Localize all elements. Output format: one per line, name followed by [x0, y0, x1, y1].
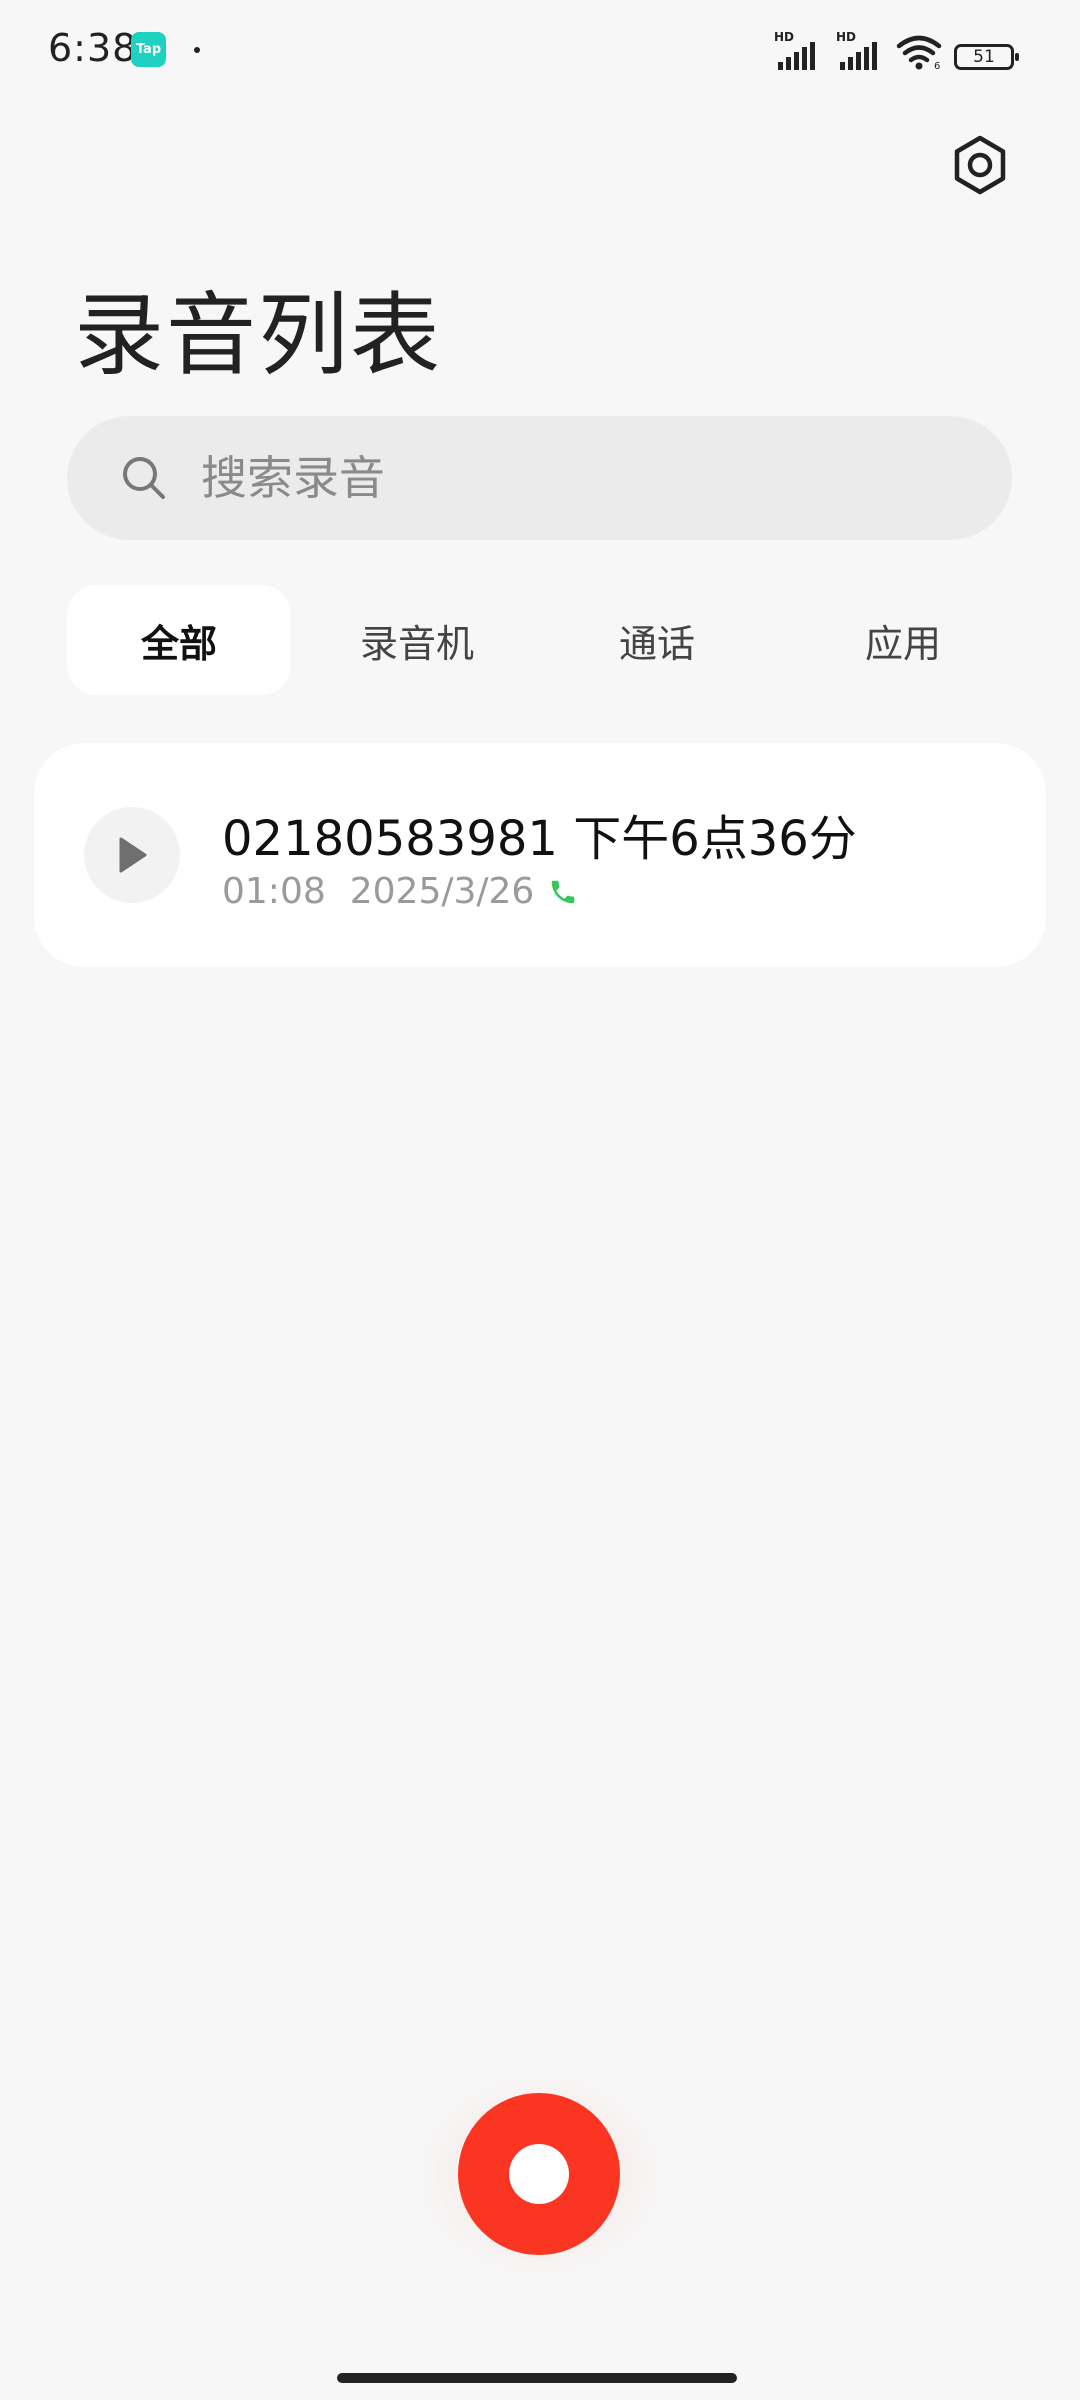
home-indicator[interactable] [337, 2373, 737, 2383]
filter-tabs: 全部 录音机 通话 应用 [67, 585, 1012, 695]
wifi-icon: 6 [896, 35, 942, 70]
play-button[interactable] [84, 807, 180, 903]
recording-meta: 01:08 2025/3/26 [222, 871, 578, 912]
battery-icon: 51 [954, 44, 1019, 70]
recording-duration: 01:08 [222, 871, 326, 912]
recording-date: 2025/3/26 [349, 871, 535, 912]
status-time: 6:38 [48, 26, 138, 70]
settings-icon [954, 135, 1006, 195]
phone-call-icon [552, 880, 575, 903]
search-icon [123, 457, 165, 499]
svg-text:6: 6 [934, 61, 940, 70]
record-button[interactable] [458, 2093, 620, 2255]
tab-recorder[interactable]: 录音机 [317, 585, 517, 695]
signal-icon: HD [772, 30, 822, 70]
notification-dot [194, 47, 200, 53]
search-input[interactable] [199, 450, 983, 506]
play-icon [119, 837, 147, 873]
recording-list-item[interactable]: 02180583981 下午6点36分 01:08 2025/3/26 [34, 743, 1046, 967]
tab-apps[interactable]: 应用 [813, 585, 993, 695]
status-icons: HD HD 6 51 [772, 30, 1019, 70]
recording-title: 02180583981 下午6点36分 [222, 811, 857, 867]
record-icon [509, 2144, 569, 2204]
tab-all[interactable]: 全部 [67, 585, 291, 695]
tap-app-icon: Tap [131, 32, 166, 67]
signal-icon: HD [834, 30, 884, 70]
search-bar[interactable] [67, 416, 1012, 540]
status-bar: 6:38 Tap HD HD 6 51 [0, 0, 1080, 100]
tab-calls[interactable]: 通话 [567, 585, 747, 695]
page-title: 录音列表 [74, 283, 442, 388]
settings-button[interactable] [945, 130, 1015, 200]
